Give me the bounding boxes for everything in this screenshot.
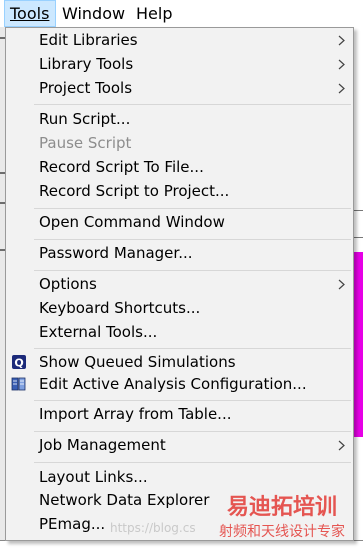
menu-tools[interactable]: Tools [4,0,56,27]
menu-item-label: Run Script... [39,110,131,128]
tools-dropdown-menu: Edit Libraries Library Tools Project Too… [5,27,354,541]
menu-item-label: Project Tools [39,79,133,97]
submenu-arrow-icon [338,59,345,70]
menu-item-external-tools[interactable]: External Tools... [6,321,353,344]
menu-item-layout-links[interactable]: Layout Links... [6,466,353,489]
menu-item-label: Job Management [39,436,166,454]
menu-help-label: Help [136,4,173,23]
background-magenta-block [354,252,363,437]
menu-separator [34,208,351,209]
submenu-arrow-icon [338,440,345,451]
svg-text:射频和天线设计专家: 射频和天线设计专家 [219,523,345,540]
submenu-arrow-icon [338,279,345,290]
menu-item-edit-libraries[interactable]: Edit Libraries [6,29,353,52]
menu-window[interactable]: Window [57,0,129,27]
menu-separator [34,431,351,432]
menu-item-label: Open Command Window [39,213,225,231]
menu-item-record-script-to-file[interactable]: Record Script To File... [6,156,353,179]
menu-item-project-tools[interactable]: Project Tools [6,77,353,100]
submenu-arrow-icon [338,35,345,46]
menu-item-job-management[interactable]: Job Management [6,434,353,457]
menu-item-label: Record Script to Project... [39,182,230,200]
menu-separator [34,270,351,271]
menu-item-label: Keyboard Shortcuts... [39,299,201,317]
analysis-config-icon [11,377,26,391]
submenu-arrow-icon [338,83,345,94]
menu-item-edit-active-analysis-configuration[interactable]: Edit Active Analysis Configuration... [6,373,353,396]
menu-item-pause-script: Pause Script [6,132,353,155]
menu-separator [34,348,351,349]
menu-item-label: Pause Script [39,134,132,152]
menu-item-label: Edit Libraries [39,31,138,49]
menu-item-show-queued-simulations[interactable]: Q Show Queued Simulations [6,351,353,374]
menu-separator [34,462,351,463]
menu-bar: Tools Window Help [0,0,363,27]
watermark-url: https://blog.cs [110,521,196,535]
background-right-panel [354,27,363,548]
menu-separator [34,104,351,105]
menu-item-options[interactable]: Options [6,273,353,296]
menu-item-label: Record Script To File... [39,158,204,176]
background-divider [354,237,363,238]
menu-help[interactable]: Help [131,0,179,27]
menu-item-run-script[interactable]: Run Script... [6,108,353,131]
background-divider [354,210,363,211]
menu-item-password-manager[interactable]: Password Manager... [6,242,353,265]
menu-separator [34,239,351,240]
menu-item-label: PEmag... [39,515,106,533]
menu-item-record-script-to-project[interactable]: Record Script to Project... [6,180,353,203]
menu-item-open-command-window[interactable]: Open Command Window [6,211,353,234]
menu-item-label: Import Array from Table... [39,405,232,423]
svg-text:Q: Q [14,357,23,370]
menu-item-library-tools[interactable]: Library Tools [6,53,353,76]
menu-item-label: Layout Links... [39,468,148,486]
menu-tools-label: Tools [10,4,50,23]
menu-item-label: Network Data Explorer [39,491,210,509]
watermark-logo: 易迪拓培训 射频和天线设计专家 [219,494,345,540]
menu-item-label: Options [39,275,97,293]
menu-item-label: Edit Active Analysis Configuration... [39,375,307,393]
menu-item-label: Password Manager... [39,244,193,262]
svg-text:易迪拓培训: 易迪拓培训 [227,494,337,520]
menu-separator [34,400,351,401]
menu-item-keyboard-shortcuts[interactable]: Keyboard Shortcuts... [6,297,353,320]
queue-q-icon: Q [12,355,26,370]
menu-item-label: Library Tools [39,55,134,73]
menu-window-label: Window [62,4,126,23]
menu-item-label: External Tools... [39,323,158,341]
menu-item-label: Show Queued Simulations [39,353,236,371]
menu-item-import-array-from-table[interactable]: Import Array from Table... [6,403,353,426]
